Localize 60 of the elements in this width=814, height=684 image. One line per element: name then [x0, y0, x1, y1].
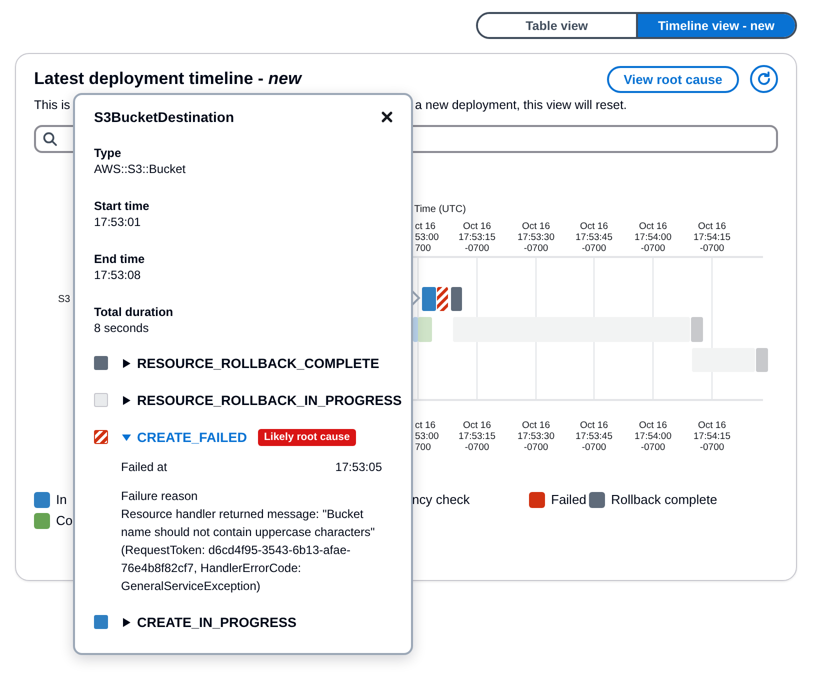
tick-label: -0700 [700, 442, 724, 453]
popover-title: S3BucketDestination [94, 109, 234, 125]
tick-label: 700 [415, 243, 431, 254]
tick-label: Oct 16 [463, 221, 491, 232]
tick-label: Oct 16 [639, 420, 667, 431]
tick-label: 17:53:45 [576, 232, 612, 243]
field-label: Total duration [94, 304, 174, 320]
tick-label: -0700 [640, 442, 666, 453]
failure-reason-label: Failure reason [121, 488, 199, 505]
tick-label: 53:00 [415, 232, 439, 243]
field-value: 17:53:01 [94, 214, 142, 231]
tick-label: -0700 [524, 442, 548, 453]
legend-label: Co [56, 513, 73, 529]
legend-label: Failed [551, 492, 586, 508]
root-cause-badge: Likely root cause [258, 428, 356, 446]
tick-label: -0700 [464, 442, 490, 453]
legend-label: In [56, 492, 67, 508]
tick-label: Oct 16 [580, 221, 608, 232]
tick-label: Oct 16 [463, 420, 491, 431]
field-label: Start time [94, 198, 150, 214]
tick-label: ct 16 [415, 420, 436, 431]
tick-label: 17:53:15 [458, 232, 496, 243]
field-label: End time [94, 251, 146, 267]
failure-reason-text: Resource handler returned message: "Bucket name should not contain uppercase characters" (RequestToken: d6cd4f95-3543-6b13-afae-76e4b8f82cf7, HandlerErrorCode: GeneralServiceException) [121, 506, 376, 595]
tick-label: -0700 [524, 243, 548, 254]
field-value: 17:53:08 [94, 267, 142, 284]
tick-label: 17:53:30 [518, 431, 554, 442]
tick-label: 17:54:00 [634, 431, 672, 442]
tick-label: Oct 16 [698, 221, 726, 232]
tick-label: Oct 16 [639, 221, 667, 232]
tick-label: -0700 [640, 243, 666, 254]
description-text: a new deployment, this view will reset. [415, 98, 627, 112]
field-value: AWS::S3::Bucket [94, 161, 187, 178]
tick-label: 700 [415, 442, 431, 453]
tick-label: Oct 16 [580, 420, 608, 431]
tick-label: 17:54:15 [694, 232, 730, 243]
tick-label: Oct 16 [522, 221, 550, 232]
failed-at-label: Failed at [121, 459, 168, 475]
tick-label: 17:54:15 [694, 431, 730, 442]
field-label: Type [94, 145, 122, 161]
tick-label: 53:00 [415, 431, 439, 442]
tick-label: 17:53:45 [576, 431, 612, 442]
legend-label: Rollback complete [611, 492, 718, 508]
tick-label: 17:53:30 [518, 232, 554, 243]
description-text: This is [34, 98, 70, 112]
tick-label: 17:54:00 [634, 232, 672, 243]
tick-label: -0700 [582, 442, 606, 453]
tick-label: ct 16 [415, 221, 436, 232]
legend-label: ncy check [412, 492, 470, 508]
tick-label: 17:53:15 [458, 431, 496, 442]
tick-label: -0700 [700, 243, 724, 254]
tick-label: Oct 16 [522, 420, 550, 431]
row-label: S3 [58, 294, 70, 305]
failed-at-time: 17:53:05 [335, 459, 382, 475]
tick-label: -0700 [464, 243, 490, 254]
field-value: 8 seconds [94, 320, 150, 337]
panel-title: Latest deployment timeline - new [34, 69, 302, 89]
axis-title: Time (UTC) [414, 204, 466, 215]
tick-label: Oct 16 [698, 420, 726, 431]
tick-label: -0700 [582, 243, 606, 254]
